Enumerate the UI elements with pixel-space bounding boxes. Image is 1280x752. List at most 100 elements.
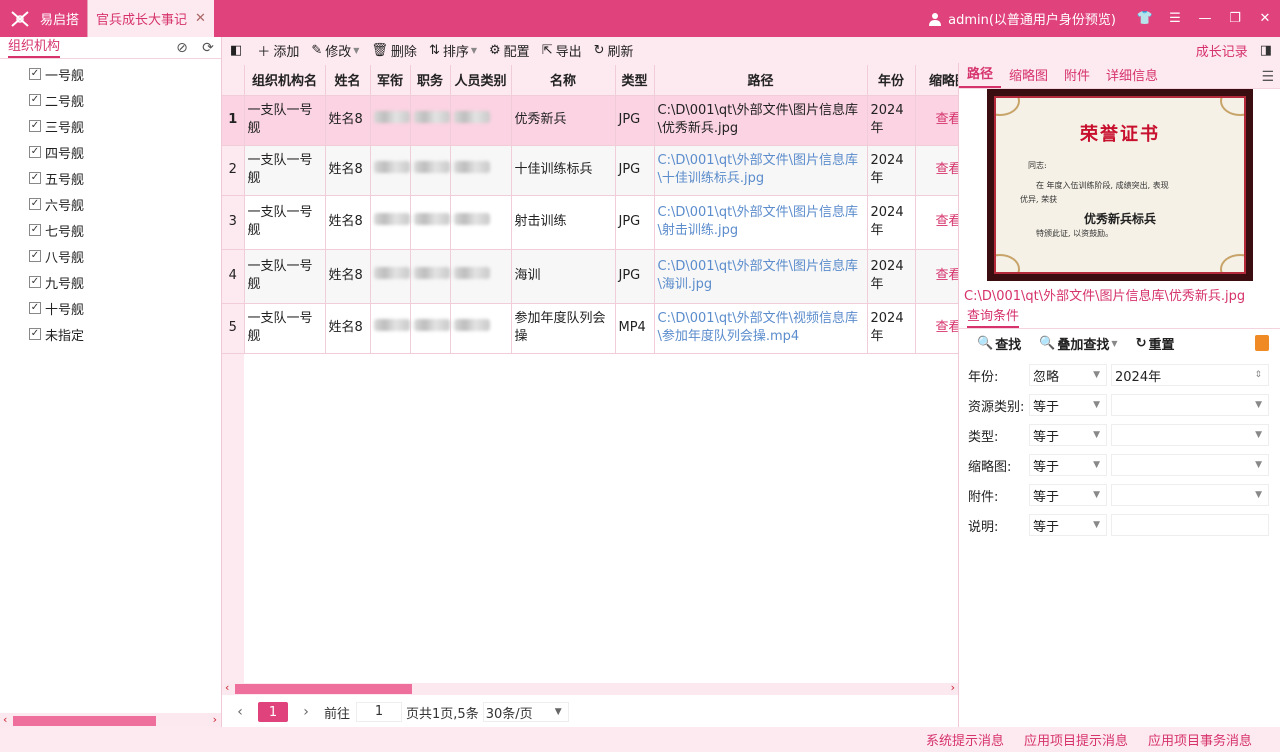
filter-value-input[interactable]: 2024年 ⇕ bbox=[1111, 364, 1269, 386]
column-header[interactable]: 人员类别 bbox=[450, 65, 512, 96]
filter-value-input[interactable]: ▼ bbox=[1111, 484, 1269, 506]
org-tree-item[interactable]: ✓ 六号舰 bbox=[0, 191, 221, 217]
tab-growth-events[interactable]: 官兵成长大事记 ✕ bbox=[87, 0, 214, 37]
bookmark-icon[interactable] bbox=[1255, 335, 1269, 351]
view-link[interactable]: 查看 bbox=[915, 95, 958, 146]
filter-operator-select[interactable]: 忽略 ▼ bbox=[1029, 364, 1107, 386]
org-tree-item[interactable]: ✓ 二号舰 bbox=[0, 87, 221, 113]
cell-path[interactable]: C:\D\001\qt\外部文件\图片信息库\十佳训练标兵.jpg bbox=[654, 145, 868, 196]
org-tree-item[interactable]: ✓ 七号舰 bbox=[0, 217, 221, 243]
org-tree-item[interactable]: ✓ 四号舰 bbox=[0, 139, 221, 165]
tab-close-icon[interactable]: ✕ bbox=[195, 11, 206, 26]
org-tree-item[interactable]: ✓ 五号舰 bbox=[0, 165, 221, 191]
table-row[interactable]: 2 一支队一号舰 姓名8 十佳训练标兵 JPG C:\D\001\qt\外部文件\图片信息… bbox=[222, 145, 958, 196]
filter-operator-select[interactable]: 等于 ▼ bbox=[1029, 394, 1107, 416]
checkbox-icon[interactable]: ✓ bbox=[29, 302, 41, 314]
table-row[interactable]: 4 一支队一号舰 姓名8 海训 JPG C:\D\001\qt\外部文件\图片信息库\海训… bbox=[222, 249, 958, 304]
restore-icon[interactable]: ❐ bbox=[1220, 0, 1250, 37]
column-header[interactable]: 类型 bbox=[615, 65, 655, 96]
filter-operator-select[interactable]: 等于 ▼ bbox=[1029, 514, 1107, 536]
reload-icon[interactable]: ⟳ bbox=[195, 40, 221, 56]
org-tree-item[interactable]: ✓ 一号舰 bbox=[0, 61, 221, 87]
skin-icon[interactable]: 👕 bbox=[1130, 0, 1160, 37]
page-size-select[interactable]: 30条/页 ▼ bbox=[482, 702, 569, 722]
system-messages-link[interactable]: 系统提示消息 bbox=[926, 730, 1004, 749]
add-find-button[interactable]: 🔍 叠加查找 ▼ bbox=[1039, 334, 1117, 353]
prev-page-icon[interactable]: ‹ bbox=[232, 704, 248, 720]
growth-record-link[interactable]: 成长记录 bbox=[1196, 41, 1248, 60]
org-tree-item[interactable]: ✓ 十号舰 bbox=[0, 295, 221, 321]
spin-icon[interactable]: ⇕ bbox=[1254, 370, 1262, 380]
list-menu-icon[interactable]: ☰ bbox=[1261, 66, 1274, 88]
filter-operator-select[interactable]: 等于 ▼ bbox=[1029, 424, 1107, 446]
org-tree-item[interactable]: ✓ 八号舰 bbox=[0, 243, 221, 269]
view-link[interactable]: 查看 bbox=[915, 249, 958, 304]
filter-value-input[interactable]: ▼ bbox=[1111, 454, 1269, 476]
checkbox-icon[interactable]: ✓ bbox=[29, 276, 41, 288]
cell-path[interactable]: C:\D\001\qt\外部文件\图片信息库\海训.jpg bbox=[654, 249, 868, 304]
filter-operator-select[interactable]: 等于 ▼ bbox=[1029, 484, 1107, 506]
refresh-button[interactable]: ↻ 刷新 bbox=[594, 41, 634, 60]
column-header[interactable]: 军衔 bbox=[370, 65, 411, 96]
filter-value-input[interactable]: ▼ bbox=[1111, 394, 1269, 416]
checkbox-icon[interactable]: ✓ bbox=[29, 146, 41, 158]
tab-thumbnail[interactable]: 缩略图 bbox=[1001, 66, 1056, 88]
checkbox-icon[interactable]: ✓ bbox=[29, 250, 41, 262]
table-hscrollbar[interactable]: ‹ › bbox=[222, 681, 958, 695]
checkbox-icon[interactable]: ✓ bbox=[29, 172, 41, 184]
column-header[interactable]: 路径 bbox=[654, 65, 868, 96]
goto-page-input[interactable]: 1 bbox=[356, 702, 403, 722]
delete-button[interactable]: 🗑 删除 bbox=[371, 41, 417, 60]
view-link[interactable]: 查看 bbox=[915, 145, 958, 196]
current-page-button[interactable]: 1 bbox=[258, 702, 288, 722]
filter-value-input[interactable] bbox=[1111, 514, 1269, 536]
config-button[interactable]: ⚙ 配置 bbox=[489, 41, 530, 60]
next-page-icon[interactable]: › bbox=[298, 704, 314, 720]
table-row[interactable]: 1 一支队一号舰 姓名8 优秀新兵 JPG C:\D\001\qt\外部文件\图片信息库\… bbox=[222, 95, 958, 146]
checkbox-icon[interactable]: ✓ bbox=[29, 198, 41, 210]
reset-button[interactable]: ↻ 重置 bbox=[1136, 334, 1175, 353]
minimize-icon[interactable]: — bbox=[1190, 0, 1220, 37]
check-all-icon[interactable]: ⊘ bbox=[169, 40, 195, 56]
project-tips-link[interactable]: 应用项目提示消息 bbox=[1024, 730, 1128, 749]
scroll-thumb[interactable] bbox=[235, 684, 412, 694]
tab-path[interactable]: 路径 bbox=[959, 64, 1002, 88]
org-tree-item[interactable]: ✓ 三号舰 bbox=[0, 113, 221, 139]
cell-path[interactable]: C:\D\001\qt\外部文件\图片信息库\射击训练.jpg bbox=[654, 195, 868, 250]
filter-value-input[interactable]: ▼ bbox=[1111, 424, 1269, 446]
column-header[interactable]: 姓名 bbox=[325, 65, 371, 96]
scroll-left-icon[interactable]: ‹ bbox=[225, 681, 229, 694]
user-menu[interactable]: admin(以普通用户身份预览) bbox=[928, 9, 1116, 28]
project-tasks-link[interactable]: 应用项目事务消息 bbox=[1148, 730, 1252, 749]
edit-button[interactable]: ✎ 修改 ▼ bbox=[311, 41, 359, 60]
view-link[interactable]: 查看 bbox=[915, 195, 958, 250]
toggle-sidebar-icon[interactable]: ◧ bbox=[230, 43, 245, 58]
sort-button[interactable]: ⇅ 排序 ▼ bbox=[429, 41, 477, 60]
column-header[interactable]: 缩略图 bbox=[915, 65, 958, 96]
scroll-right-icon[interactable]: › bbox=[951, 681, 955, 694]
scroll-right-icon[interactable]: › bbox=[213, 713, 217, 726]
add-button[interactable]: ＋添加 bbox=[257, 41, 299, 60]
checkbox-icon[interactable]: ✓ bbox=[29, 328, 41, 340]
checkbox-icon[interactable]: ✓ bbox=[29, 224, 41, 236]
panel-toggle-icon[interactable]: ◨ bbox=[1260, 43, 1272, 58]
cell-path[interactable]: C:\D\001\qt\外部文件\视频信息库\参加年度队列会操.mp4 bbox=[654, 303, 868, 354]
cell-path[interactable]: C:\D\001\qt\外部文件\图片信息库\优秀新兵.jpg bbox=[654, 95, 868, 146]
left-scrollbar[interactable]: ‹ › bbox=[0, 713, 221, 727]
column-header[interactable]: 名称 bbox=[511, 65, 616, 96]
export-button[interactable]: ⇱ 导出 bbox=[542, 41, 582, 60]
menu-icon[interactable]: ☰ bbox=[1160, 0, 1190, 37]
checkbox-icon[interactable]: ✓ bbox=[29, 68, 41, 80]
find-button[interactable]: 🔍 查找 bbox=[977, 334, 1021, 353]
checkbox-icon[interactable]: ✓ bbox=[29, 120, 41, 132]
filter-operator-select[interactable]: 等于 ▼ bbox=[1029, 454, 1107, 476]
scroll-thumb[interactable] bbox=[13, 716, 156, 726]
org-tree-item[interactable]: ✓ 未指定 bbox=[0, 321, 221, 347]
column-header[interactable]: 职务 bbox=[410, 65, 451, 96]
query-conditions-tab[interactable]: 查询条件 bbox=[959, 307, 1280, 329]
table-row[interactable]: 3 一支队一号舰 姓名8 射击训练 JPG C:\D\001\qt\外部文件\图片信息库\… bbox=[222, 195, 958, 250]
column-header[interactable]: 年份 bbox=[867, 65, 916, 96]
org-tree-item[interactable]: ✓ 九号舰 bbox=[0, 269, 221, 295]
tab-attachment[interactable]: 附件 bbox=[1056, 66, 1098, 88]
column-header[interactable]: 组织机构名 bbox=[244, 65, 326, 96]
